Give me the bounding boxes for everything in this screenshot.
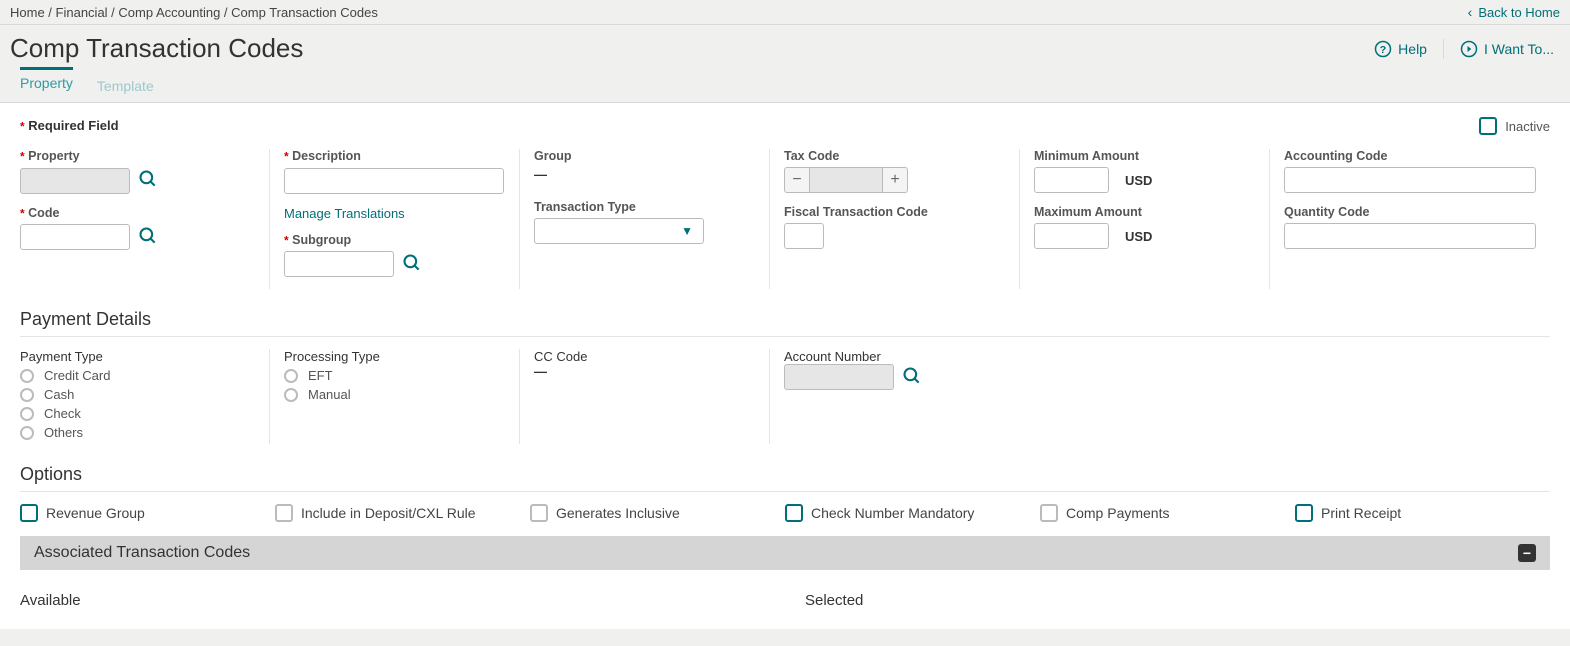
code-input[interactable]	[20, 224, 130, 250]
tax-code-label: Tax Code	[784, 149, 1005, 163]
payment-type-check[interactable]: Check	[20, 406, 255, 421]
payment-details-heading: Payment Details	[20, 309, 1550, 330]
fiscal-trx-input[interactable]	[784, 223, 824, 249]
description-input[interactable]	[284, 168, 504, 194]
search-icon[interactable]	[138, 226, 158, 249]
max-amount-input[interactable]	[1034, 223, 1109, 249]
accounting-code-label: Accounting Code	[1284, 149, 1536, 163]
payment-type-credit[interactable]: Credit Card	[20, 368, 255, 383]
chevron-left-icon: ‹	[1468, 4, 1473, 20]
checkbox-icon[interactable]	[1295, 504, 1313, 522]
min-amount-input[interactable]	[1034, 167, 1109, 193]
stepper-plus-button[interactable]: +	[882, 167, 908, 193]
search-icon[interactable]	[902, 366, 922, 389]
transaction-type-select[interactable]: ▼	[534, 218, 704, 244]
option-generates-inclusive[interactable]: Generates Inclusive	[530, 504, 771, 522]
payment-type-cash[interactable]: Cash	[20, 387, 255, 402]
payment-type-others[interactable]: Others	[20, 425, 255, 440]
search-icon[interactable]	[138, 169, 158, 192]
selected-label: Selected	[805, 592, 1550, 609]
accounting-code-input[interactable]	[1284, 167, 1536, 193]
cc-code-label: CC Code	[534, 349, 587, 364]
checkbox-icon[interactable]	[1040, 504, 1058, 522]
search-icon[interactable]	[402, 253, 422, 276]
tab-property[interactable]: Property	[20, 67, 73, 102]
transaction-type-label: Transaction Type	[534, 200, 755, 214]
tax-code-stepper[interactable]: − +	[784, 167, 1005, 193]
manage-translations-link[interactable]: Manage Translations	[284, 206, 405, 221]
currency-label: USD	[1125, 173, 1152, 188]
breadcrumb-home[interactable]: Home	[10, 5, 45, 20]
breadcrumb-compacct[interactable]: Comp Accounting	[118, 5, 220, 20]
max-amount-label: Maximum Amount	[1034, 205, 1255, 219]
svg-text:?: ?	[1380, 43, 1386, 55]
page-title: Comp Transaction Codes	[10, 33, 303, 64]
stepper-minus-button[interactable]: −	[784, 167, 810, 193]
inactive-checkbox[interactable]: Inactive	[1479, 117, 1550, 135]
property-label: Property	[28, 149, 79, 163]
checkbox-icon[interactable]	[785, 504, 803, 522]
radio-icon	[20, 388, 34, 402]
radio-icon	[284, 388, 298, 402]
processing-type-manual[interactable]: Manual	[284, 387, 505, 402]
code-label: Code	[28, 206, 59, 220]
account-number-input[interactable]	[784, 364, 894, 390]
tax-code-input[interactable]	[810, 167, 882, 193]
radio-icon	[20, 369, 34, 383]
account-number-label: Account Number	[784, 349, 881, 364]
currency-label: USD	[1125, 229, 1152, 244]
radio-icon	[20, 426, 34, 440]
radio-icon	[20, 407, 34, 421]
option-include-deposit[interactable]: Include in Deposit/CXL Rule	[275, 504, 516, 522]
i-want-to-link[interactable]: I Want To...	[1460, 40, 1554, 58]
quantity-code-input[interactable]	[1284, 223, 1536, 249]
description-label: Description	[292, 149, 361, 163]
help-link[interactable]: ? Help	[1374, 40, 1427, 58]
associated-codes-header[interactable]: Associated Transaction Codes −	[20, 536, 1550, 570]
group-label: Group	[534, 149, 755, 163]
collapse-icon[interactable]: −	[1518, 544, 1536, 562]
checkbox-icon[interactable]	[530, 504, 548, 522]
breadcrumb-financial[interactable]: Financial	[56, 5, 108, 20]
breadcrumb-current: Comp Transaction Codes	[231, 5, 378, 20]
options-heading: Options	[20, 464, 1550, 485]
required-field-note: * Required Field	[20, 118, 119, 134]
group-value: —	[534, 167, 547, 182]
radio-icon	[284, 369, 298, 383]
property-input[interactable]	[20, 168, 130, 194]
payment-type-label: Payment Type	[20, 349, 103, 364]
quantity-code-label: Quantity Code	[1284, 205, 1536, 219]
subgroup-label: Subgroup	[292, 233, 351, 247]
option-comp-payments[interactable]: Comp Payments	[1040, 504, 1281, 522]
option-revenue-group[interactable]: Revenue Group	[20, 504, 261, 522]
tab-template[interactable]: Template	[97, 70, 154, 102]
back-to-home-link[interactable]: ‹ Back to Home	[1468, 4, 1560, 20]
processing-type-eft[interactable]: EFT	[284, 368, 505, 383]
option-check-number-mandatory[interactable]: Check Number Mandatory	[785, 504, 1026, 522]
help-icon: ?	[1374, 40, 1392, 58]
cc-code-value: —	[534, 364, 755, 379]
fiscal-trx-label: Fiscal Transaction Code	[784, 205, 1005, 219]
checkbox-icon[interactable]	[275, 504, 293, 522]
back-to-home-label: Back to Home	[1478, 5, 1560, 20]
min-amount-label: Minimum Amount	[1034, 149, 1255, 163]
option-print-receipt[interactable]: Print Receipt	[1295, 504, 1536, 522]
breadcrumb: Home / Financial / Comp Accounting / Com…	[10, 5, 378, 20]
processing-type-label: Processing Type	[284, 349, 380, 364]
arrow-circle-icon	[1460, 40, 1478, 58]
available-label: Available	[20, 592, 765, 609]
checkbox-icon[interactable]	[1479, 117, 1497, 135]
checkbox-icon[interactable]	[20, 504, 38, 522]
subgroup-input[interactable]	[284, 251, 394, 277]
caret-down-icon: ▼	[681, 224, 693, 238]
